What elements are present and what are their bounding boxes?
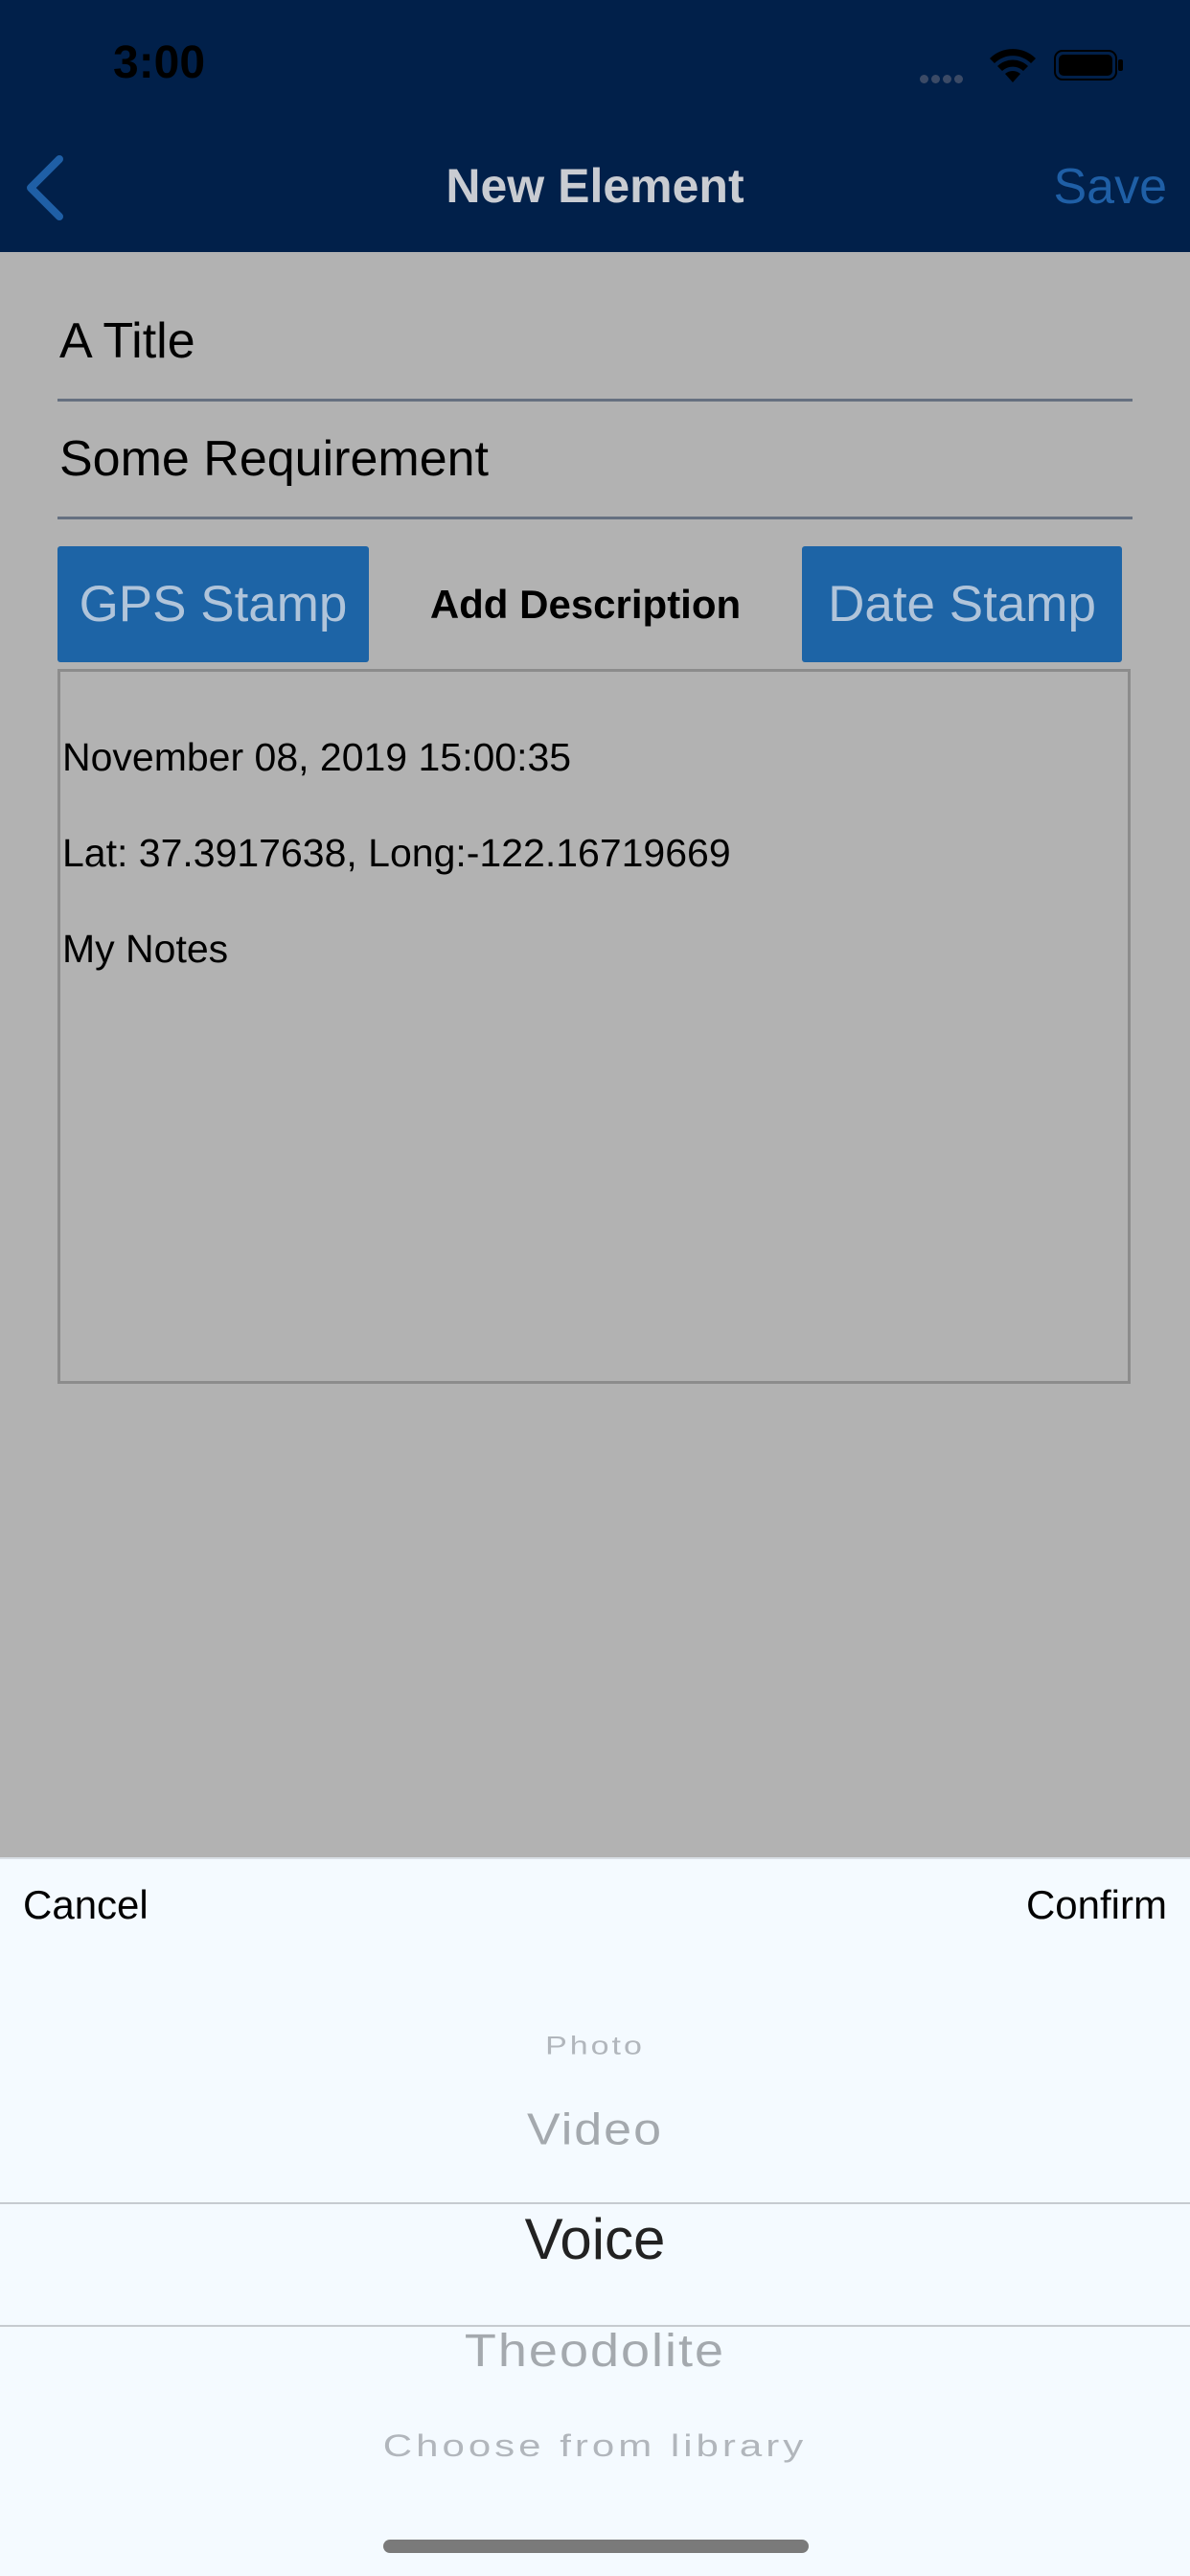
page-title: New Element	[446, 159, 744, 213]
requirement-field[interactable]: Some Requirement	[57, 402, 1133, 519]
title-field[interactable]: A Title	[57, 284, 1133, 402]
description-notes-line: My Notes	[62, 927, 229, 971]
add-description-label: Add Description	[429, 582, 742, 627]
picker-option-voice[interactable]: Voice	[0, 2206, 1190, 2272]
cellular-signal-icon	[920, 71, 970, 83]
screen: 3:00 New Element Save A Title Some Requi…	[0, 0, 1190, 2576]
description-text-area[interactable]: November 08, 2019 15:00:35 Lat: 37.39176…	[57, 669, 1131, 1384]
picker-option-choose-from-library[interactable]: Choose from library	[0, 2427, 1190, 2463]
description-coordinates-line: Lat: 37.3917638, Long:-122.16719669	[62, 831, 731, 875]
status-time: 3:00	[113, 37, 206, 88]
gps-stamp-button[interactable]: GPS Stamp	[57, 546, 369, 662]
title-field-value: A Title	[59, 313, 195, 369]
requirement-field-value: Some Requirement	[59, 431, 489, 487]
date-stamp-button[interactable]: Date Stamp	[802, 546, 1122, 662]
confirm-button[interactable]: Confirm	[1026, 1882, 1167, 1928]
wifi-icon	[990, 49, 1036, 82]
description-date-line: November 08, 2019 15:00:35	[62, 735, 572, 779]
picker-option-photo[interactable]: Photo	[0, 2032, 1190, 2060]
navigation-bar: 3:00 New Element Save	[0, 0, 1190, 252]
cancel-button[interactable]: Cancel	[23, 1882, 149, 1928]
picker-option-theodolite[interactable]: Theodolite	[0, 2324, 1190, 2378]
media-type-picker-sheet: Cancel Confirm Photo Video Voice Theodol…	[0, 1857, 1190, 2576]
picker-option-video[interactable]: Video	[0, 2104, 1190, 2155]
home-indicator[interactable]	[383, 2540, 809, 2553]
save-button[interactable]: Save	[1053, 158, 1167, 216]
battery-icon	[1054, 50, 1123, 80]
